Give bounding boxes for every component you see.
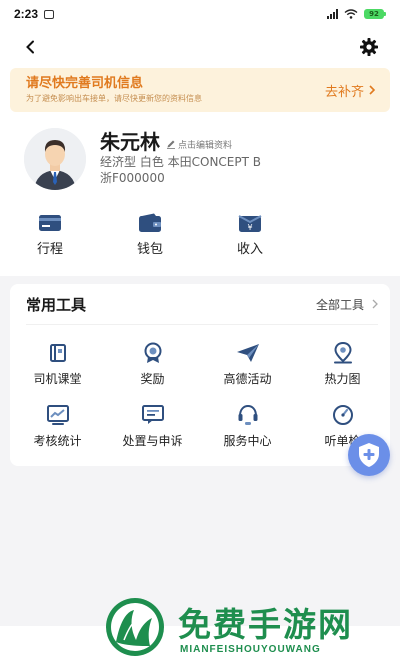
map-pin-icon (331, 342, 355, 364)
wifi-icon (344, 9, 358, 19)
tool-label: 高德活动 (223, 372, 272, 386)
tool-label: 处置与申诉 (122, 434, 183, 448)
driver-profile[interactable]: 朱元林 点击编辑资料 经济型 白色 本田CONCEPT B 浙F000000 (24, 126, 384, 190)
signal-icon (327, 9, 338, 19)
quick-item-trip[interactable]: 行程 (0, 212, 100, 262)
watermark-title: 免费手游网 (178, 605, 353, 644)
tool-driver-class[interactable]: 司机课堂 (10, 342, 105, 404)
status-time: 2:23 (14, 7, 39, 21)
watermark: 免费手游网 MIANFEISHOUYOUWANG (104, 596, 400, 666)
tool-reward[interactable]: 奖励 (105, 342, 200, 404)
banner-texts: 请尽快完善司机信息 为了避免影响出车接单，请尽快更新您的资料信息 (26, 76, 325, 105)
quick-entries: 行程 钱包 ¥ 收入 (0, 212, 300, 262)
book-icon (46, 342, 70, 364)
all-tools-link[interactable]: 全部工具 (316, 296, 378, 313)
tools-header: 常用工具 全部工具 (26, 294, 378, 314)
plate-number: 浙F000000 (100, 171, 165, 185)
headset-icon (236, 404, 260, 426)
gear-icon (360, 38, 378, 56)
tool-label: 考核统计 (33, 434, 82, 448)
wallet-icon (137, 212, 163, 234)
tool-heatmap[interactable]: 热力图 (295, 342, 390, 404)
trip-card-icon (37, 212, 63, 234)
medal-icon (141, 342, 165, 364)
quick-item-wallet[interactable]: 钱包 (100, 212, 200, 262)
tools-card: 常用工具 全部工具 司机课堂 奖励 高德活动 热力图 考核统计 处置与申诉 服务… (10, 284, 390, 466)
divider (26, 324, 378, 325)
banner-action-label: 去补齐 (324, 84, 364, 100)
income-icon: ¥ (237, 212, 263, 234)
watermark-subtitle: MIANFEISHOUYOUWANG (180, 644, 321, 655)
battery-icon: 92 (364, 9, 386, 19)
complete-info-banner[interactable]: 请尽快完善司机信息 为了避免影响出车接单，请尽快更新您的资料信息 去补齐 (10, 68, 390, 112)
back-button[interactable] (20, 36, 42, 58)
shield-plus-icon (359, 443, 379, 467)
quick-item-label: 钱包 (136, 242, 163, 257)
chevron-right-icon (372, 299, 378, 309)
chart-icon (46, 404, 70, 426)
edit-profile-label: 点击编辑资料 (178, 140, 233, 151)
tool-assessment[interactable]: 考核统计 (10, 404, 105, 466)
tool-service-center[interactable]: 服务中心 (200, 404, 295, 466)
tool-appeal[interactable]: 处置与申诉 (105, 404, 200, 466)
tool-grid: 司机课堂 奖励 高德活动 热力图 考核统计 处置与申诉 服务中心 听单检 (10, 342, 390, 466)
floating-service-button[interactable] (348, 434, 390, 476)
name-row: 朱元林 点击编辑资料 (100, 126, 232, 155)
quick-item-income[interactable]: ¥ 收入 (200, 212, 300, 262)
svg-text:¥: ¥ (247, 223, 252, 232)
chevron-right-icon (369, 85, 376, 95)
nav-bar (0, 28, 400, 66)
avatar[interactable] (24, 128, 86, 190)
gauge-icon (331, 404, 355, 426)
banner-action[interactable]: 去补齐 (325, 81, 376, 100)
tools-title: 常用工具 (26, 295, 87, 314)
tool-row: 考核统计 处置与申诉 服务中心 听单检 (10, 404, 390, 466)
message-icon (141, 404, 165, 426)
watermark-logo-icon (106, 598, 164, 656)
all-tools-label: 全部工具 (315, 297, 364, 312)
tool-amap-activity[interactable]: 高德活动 (200, 342, 295, 404)
driver-name: 朱元林 (100, 130, 160, 154)
edit-profile-link[interactable]: 点击编辑资料 (166, 138, 232, 151)
quick-item-label: 行程 (36, 242, 63, 257)
battery-level: 92 (364, 9, 384, 19)
settings-button[interactable] (358, 36, 380, 58)
tool-label: 奖励 (140, 372, 165, 386)
avatar-icon (24, 128, 86, 190)
tool-label: 司机课堂 (33, 372, 82, 386)
status-bar: 2:23 92 (0, 0, 400, 28)
back-arrow-icon (26, 40, 34, 54)
quick-item-label: 收入 (236, 242, 263, 257)
sim-icon (44, 9, 55, 19)
tool-row: 司机课堂 奖励 高德活动 热力图 (10, 342, 390, 404)
status-right: 92 (327, 9, 386, 19)
tool-label: 热力图 (324, 372, 361, 386)
pencil-icon (167, 140, 175, 149)
paper-plane-icon (236, 342, 260, 364)
tool-label: 服务中心 (223, 434, 272, 448)
banner-subtitle: 为了避免影响出车接单，请尽快更新您的资料信息 (26, 93, 202, 103)
car-info: 经济型 白色 本田CONCEPT B (100, 155, 262, 169)
banner-title: 请尽快完善司机信息 (26, 75, 144, 91)
